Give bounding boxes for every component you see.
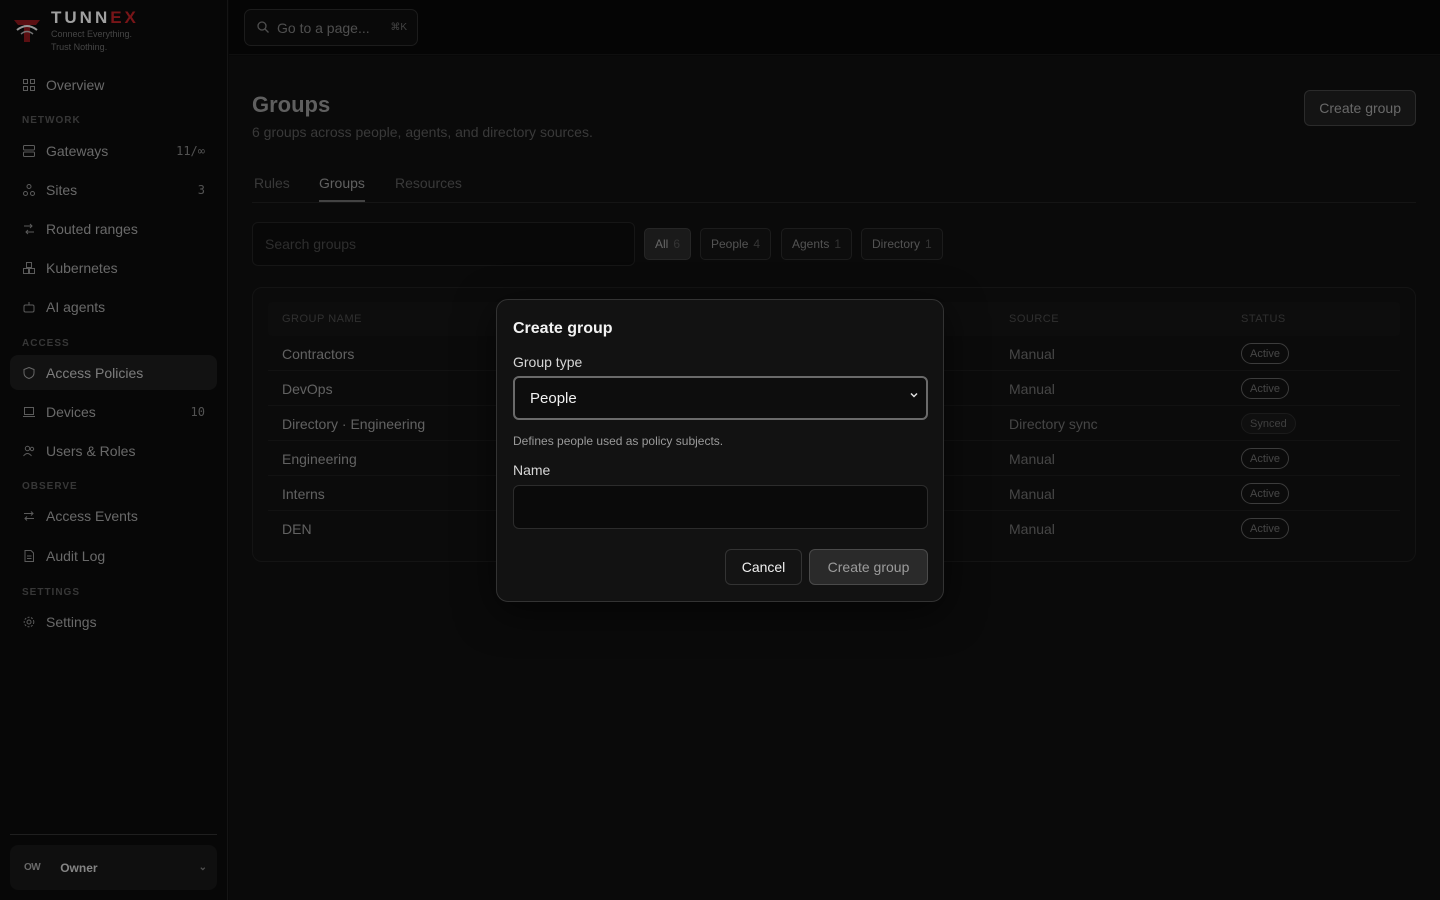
- chevron-down-icon: [910, 392, 918, 398]
- group-type-helper: Defines people used as policy subjects.: [513, 434, 724, 448]
- group-type-value: People: [530, 389, 577, 407]
- create-group-submit-button[interactable]: Create group: [809, 549, 928, 585]
- create-group-dialog: Create group Group type People Defines p…: [496, 299, 944, 602]
- dialog-title: Create group: [513, 320, 613, 337]
- cancel-button[interactable]: Cancel: [725, 549, 802, 585]
- group-type-select[interactable]: People: [513, 376, 928, 420]
- name-label: Name: [513, 462, 551, 478]
- group-type-label: Group type: [513, 354, 583, 370]
- name-input[interactable]: [513, 485, 928, 529]
